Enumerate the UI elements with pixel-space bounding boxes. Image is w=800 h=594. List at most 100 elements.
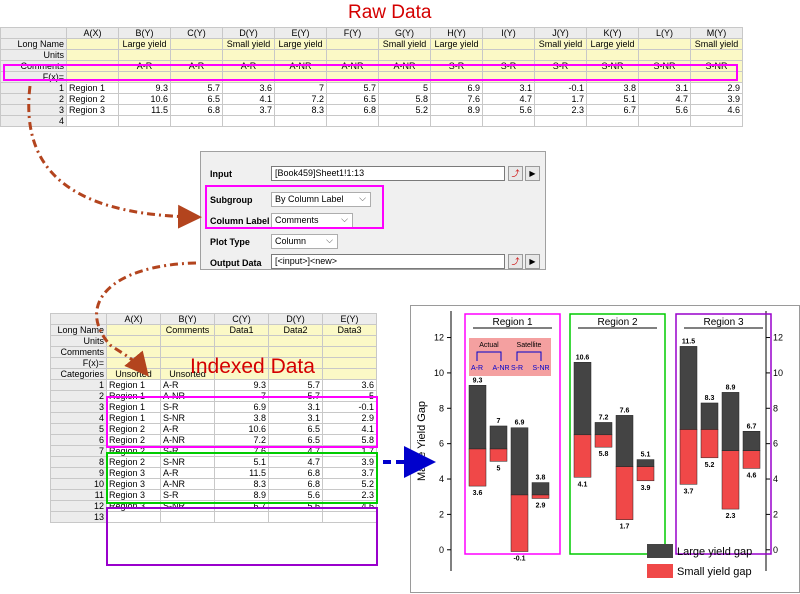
data-cell[interactable]: 4.7 xyxy=(268,456,323,468)
column-header[interactable]: H(Y) xyxy=(430,27,483,39)
data-cell[interactable] xyxy=(274,115,327,127)
data-cell[interactable] xyxy=(378,115,431,127)
data-cell[interactable]: 8.9 xyxy=(214,489,269,501)
data-cell[interactable]: 7.6 xyxy=(214,445,269,457)
meta-cell[interactable] xyxy=(482,49,535,61)
meta-cell[interactable]: S-R xyxy=(534,60,587,72)
meta-cell[interactable] xyxy=(66,60,119,72)
data-cell[interactable]: 3.9 xyxy=(690,93,743,105)
data-cell[interactable]: 5.6 xyxy=(268,489,323,501)
meta-cell[interactable] xyxy=(160,335,215,347)
data-cell[interactable]: S-R xyxy=(160,401,215,413)
data-cell[interactable]: 5.6 xyxy=(268,500,323,512)
row-number[interactable]: 1 xyxy=(0,82,67,94)
plot-type-dropdown[interactable]: Column ⌵ xyxy=(271,234,338,249)
meta-cell[interactable]: Small yield xyxy=(222,38,275,50)
row-number[interactable]: 4 xyxy=(50,412,107,424)
row-number[interactable]: 4 xyxy=(0,115,67,127)
data-cell[interactable]: S-R xyxy=(160,489,215,501)
data-cell[interactable] xyxy=(322,511,377,523)
data-cell[interactable]: 6.8 xyxy=(170,104,223,116)
data-cell[interactable]: Region 1 xyxy=(106,401,161,413)
data-cell[interactable]: Region 1 xyxy=(106,379,161,391)
data-cell[interactable]: A-NR xyxy=(160,434,215,446)
data-cell[interactable]: Region 2 xyxy=(106,423,161,435)
data-cell[interactable]: 7.6 xyxy=(430,93,483,105)
data-cell[interactable]: 6.8 xyxy=(326,104,379,116)
column-header[interactable]: A(X) xyxy=(106,313,161,325)
meta-cell[interactable] xyxy=(326,38,379,50)
data-cell[interactable]: 2.9 xyxy=(322,412,377,424)
data-cell[interactable]: 8.3 xyxy=(214,478,269,490)
meta-cell[interactable] xyxy=(326,71,379,83)
corner-cell[interactable] xyxy=(50,313,107,325)
data-cell[interactable]: 5.1 xyxy=(214,456,269,468)
meta-cell[interactable]: Data1 xyxy=(214,324,269,336)
meta-cell[interactable] xyxy=(170,71,223,83)
meta-cell[interactable] xyxy=(118,49,171,61)
data-cell[interactable]: 4.7 xyxy=(268,445,323,457)
data-cell[interactable]: 7.2 xyxy=(274,93,327,105)
data-cell[interactable] xyxy=(482,115,535,127)
meta-cell[interactable]: Small yield xyxy=(690,38,743,50)
meta-cell[interactable] xyxy=(638,49,691,61)
data-cell[interactable] xyxy=(586,115,639,127)
meta-cell[interactable]: S-NR xyxy=(638,60,691,72)
data-cell[interactable]: 3.1 xyxy=(268,401,323,413)
data-cell[interactable]: 6.8 xyxy=(268,478,323,490)
row-number[interactable]: 6 xyxy=(50,434,107,446)
column-header[interactable]: D(Y) xyxy=(268,313,323,325)
data-cell[interactable]: 10.6 xyxy=(118,93,171,105)
row-number[interactable]: 8 xyxy=(50,456,107,468)
data-cell[interactable]: 2.3 xyxy=(534,104,587,116)
meta-cell[interactable]: Large yield xyxy=(430,38,483,50)
data-cell[interactable]: 5.7 xyxy=(268,379,323,391)
data-cell[interactable]: 5 xyxy=(378,82,431,94)
data-cell[interactable]: 5.2 xyxy=(322,478,377,490)
data-cell[interactable] xyxy=(214,511,269,523)
column-label-dropdown[interactable]: Comments ⌵ xyxy=(271,213,353,228)
meta-cell[interactable] xyxy=(170,49,223,61)
data-cell[interactable]: Region 1 xyxy=(66,82,119,94)
column-header[interactable]: I(Y) xyxy=(482,27,535,39)
data-cell[interactable]: 6.8 xyxy=(268,467,323,479)
meta-cell[interactable] xyxy=(322,346,377,358)
data-cell[interactable]: 3.8 xyxy=(586,82,639,94)
meta-cell[interactable]: Large yield xyxy=(274,38,327,50)
data-cell[interactable]: S-R xyxy=(160,445,215,457)
data-cell[interactable]: 4.1 xyxy=(222,93,275,105)
meta-cell[interactable] xyxy=(690,71,743,83)
data-cell[interactable] xyxy=(326,115,379,127)
data-cell[interactable]: 6.5 xyxy=(268,434,323,446)
column-header[interactable]: L(Y) xyxy=(638,27,691,39)
data-cell[interactable]: 8.9 xyxy=(430,104,483,116)
meta-cell[interactable]: A-NR xyxy=(326,60,379,72)
meta-cell[interactable] xyxy=(638,71,691,83)
row-number[interactable]: 9 xyxy=(50,467,107,479)
output-data-field[interactable]: [<input>]<new> xyxy=(271,254,505,269)
data-cell[interactable]: -0.1 xyxy=(534,82,587,94)
column-header[interactable]: C(Y) xyxy=(214,313,269,325)
column-header[interactable]: D(Y) xyxy=(222,27,275,39)
meta-cell[interactable]: Comments xyxy=(160,324,215,336)
data-cell[interactable]: 11.5 xyxy=(214,467,269,479)
meta-cell[interactable] xyxy=(430,71,483,83)
row-number[interactable]: 3 xyxy=(0,104,67,116)
data-cell[interactable]: 5.6 xyxy=(482,104,535,116)
meta-cell[interactable]: A-R xyxy=(222,60,275,72)
data-cell[interactable] xyxy=(690,115,743,127)
row-number[interactable]: 7 xyxy=(50,445,107,457)
input-range-field[interactable]: [Book459]Sheet1!1:13 xyxy=(271,166,505,181)
meta-cell[interactable] xyxy=(534,49,587,61)
meta-cell[interactable] xyxy=(106,346,161,358)
row-number[interactable]: 13 xyxy=(50,511,107,523)
input-range-menu-icon[interactable]: ▶ xyxy=(525,166,540,181)
meta-cell[interactable]: S-NR xyxy=(690,60,743,72)
data-cell[interactable]: 4.6 xyxy=(690,104,743,116)
data-cell[interactable] xyxy=(430,115,483,127)
data-cell[interactable] xyxy=(160,511,215,523)
meta-cell[interactable] xyxy=(638,38,691,50)
meta-cell[interactable] xyxy=(66,49,119,61)
meta-cell[interactable]: Unsorted xyxy=(106,368,161,380)
column-header[interactable]: G(Y) xyxy=(378,27,431,39)
